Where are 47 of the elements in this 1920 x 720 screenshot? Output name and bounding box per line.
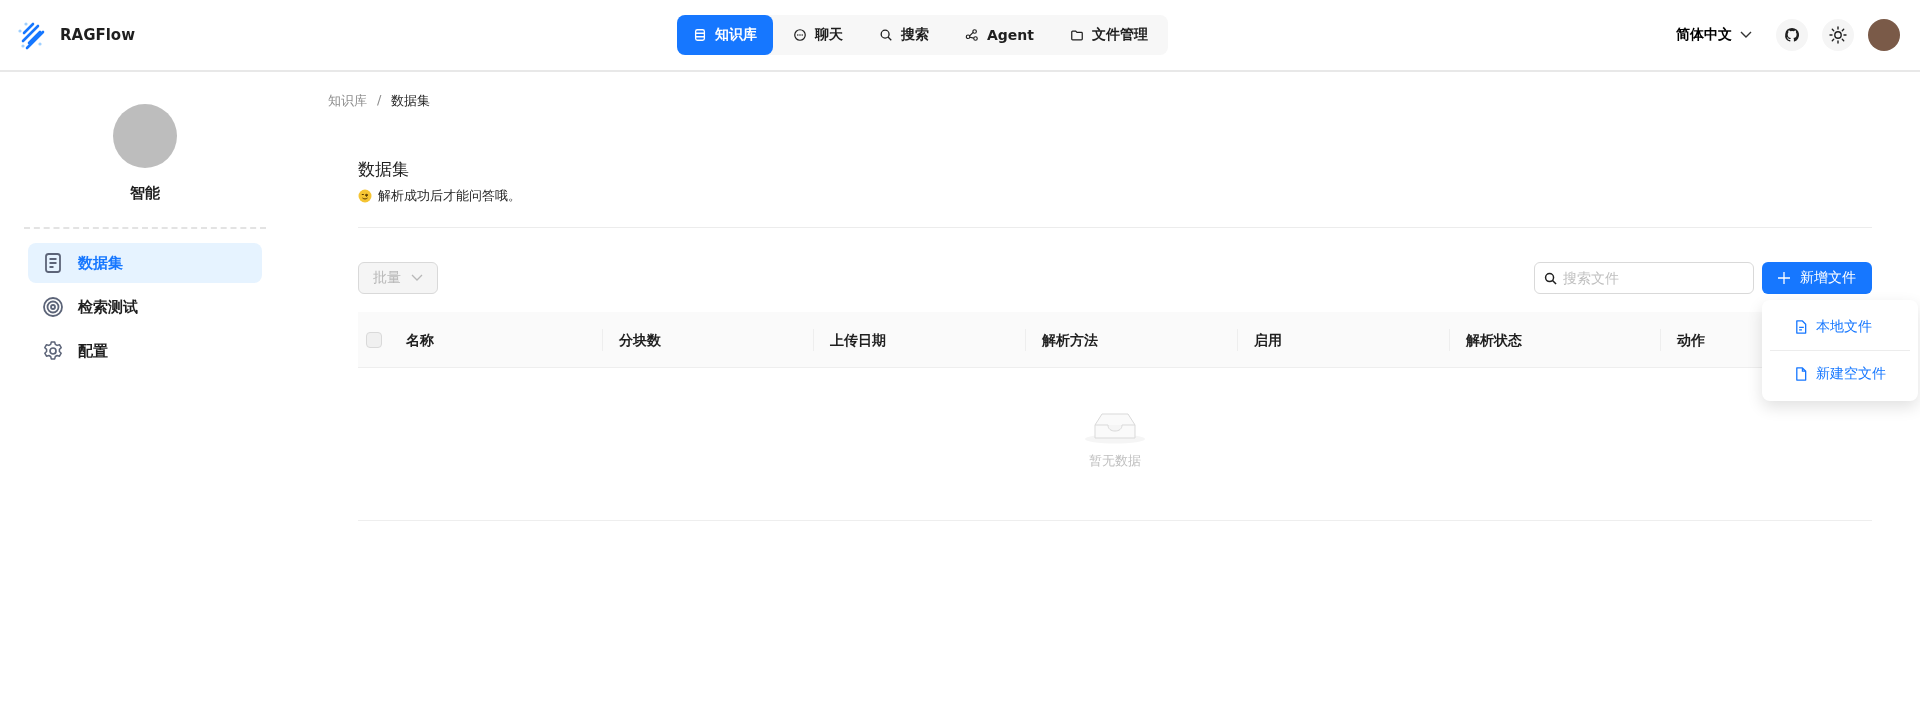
menu-item[interactable]: 新建空文件 [1766, 351, 1914, 397]
nav-tab[interactable]: 知识库 [677, 15, 773, 55]
plus-icon [1778, 272, 1790, 284]
select-all-checkbox[interactable] [366, 331, 382, 348]
user-avatar[interactable] [1868, 19, 1900, 51]
sidebar-item[interactable]: 配置 [28, 331, 262, 371]
page-title: 数据集 [358, 158, 410, 181]
search-icon [879, 28, 893, 42]
folder-icon [1070, 28, 1084, 42]
nav-tab[interactable]: Agent [949, 15, 1050, 55]
file-icon [1794, 319, 1808, 335]
nav-tab[interactable]: 文件管理 [1054, 15, 1164, 55]
github-icon [1784, 27, 1800, 43]
column-header: 解析方法 [1042, 331, 1099, 348]
column-header: 上传日期 [830, 331, 887, 348]
sidebar-item[interactable]: 数据集 [28, 243, 262, 283]
chevron-down-icon [411, 274, 423, 282]
github-button[interactable] [1776, 19, 1808, 51]
language-selector[interactable]: 简体中文 [1670, 25, 1758, 45]
theme-toggle-button[interactable] [1822, 19, 1854, 51]
chevron-down-icon [1740, 31, 1752, 39]
breadcrumb-link[interactable]: 知识库 [328, 92, 367, 110]
search-field[interactable]: 搜索文件 [1534, 262, 1754, 294]
nodes-icon [965, 28, 979, 42]
sidebar-item[interactable]: 检索测试 [28, 287, 262, 327]
column-header: 启用 [1253, 331, 1282, 348]
document-icon [42, 252, 64, 274]
chat-bubble-icon [793, 28, 807, 42]
breadcrumb-separator: / [377, 92, 382, 109]
sun-icon [1829, 26, 1847, 44]
page-subtitle: 解析成功后才能问答哦。 [378, 187, 521, 205]
column-header: 名称 [406, 331, 434, 348]
wink-face-icon [358, 189, 372, 203]
nav-tab[interactable]: 搜索 [863, 15, 945, 55]
file-icon [1794, 366, 1808, 382]
add-file-button[interactable]: 新增文件 [1762, 262, 1872, 294]
column-header: 动作 [1677, 331, 1706, 348]
settings-icon [42, 340, 64, 362]
logo-text: RAGFlow [60, 26, 136, 44]
nav-tab[interactable]: 聊天 [777, 15, 859, 55]
empty-state-text: 暂无数据 [1089, 452, 1141, 470]
menu-item[interactable]: 本地文件 [1766, 304, 1914, 350]
target-icon [42, 296, 64, 318]
dataset-name: 智能 [130, 184, 160, 203]
column-header: 解析状态 [1465, 331, 1522, 348]
database-icon [693, 28, 707, 42]
column-header: 分块数 [618, 331, 661, 348]
